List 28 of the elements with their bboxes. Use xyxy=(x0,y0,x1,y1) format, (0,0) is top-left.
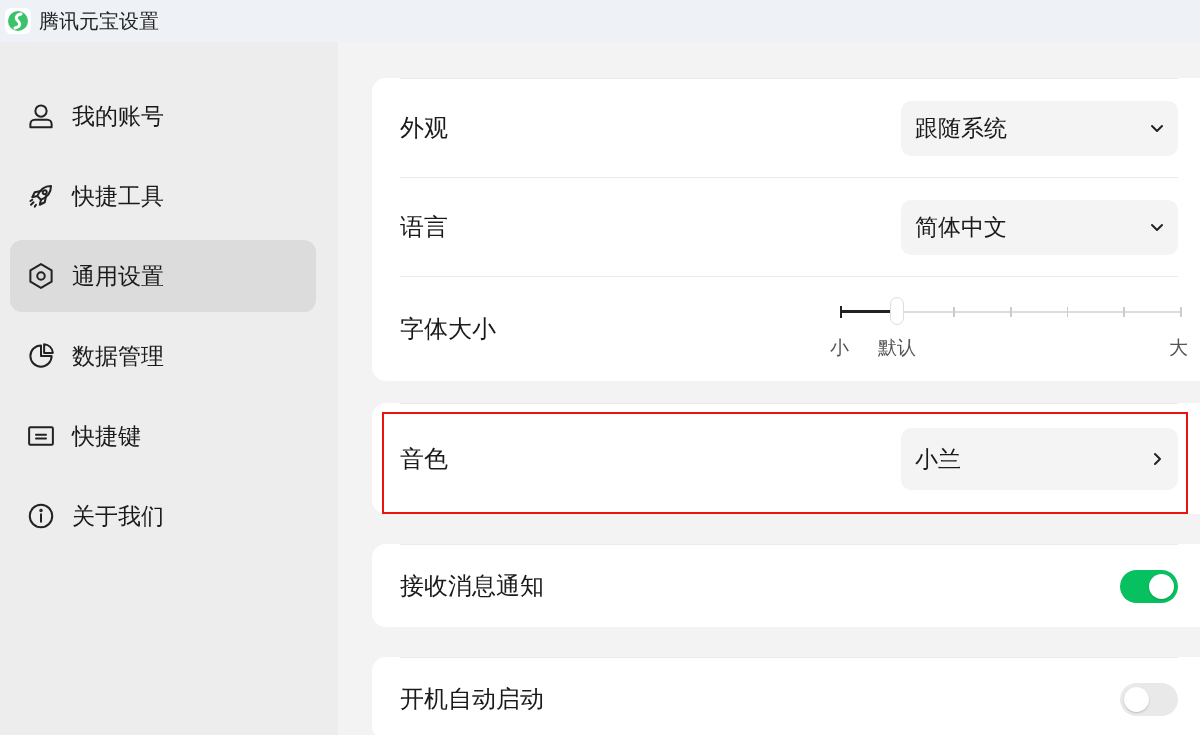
toggle-switch[interactable] xyxy=(1120,682,1178,716)
pie-chart-icon xyxy=(26,341,56,371)
setting-label: 音色 xyxy=(400,444,448,475)
slider-mark-label: 大 xyxy=(1169,335,1188,360)
window-title: 腾讯元宝设置 xyxy=(39,7,159,35)
setting-label: 接收消息通知 xyxy=(400,571,544,602)
app-logo-icon xyxy=(5,8,31,34)
setting-label: 开机自动启动 xyxy=(400,684,544,715)
dropdown[interactable]: 简体中文 xyxy=(901,199,1178,255)
sidebar-item[interactable]: 快捷工具 xyxy=(10,160,316,232)
sidebar-item[interactable]: 关于我们 xyxy=(10,480,316,552)
select-button[interactable]: 小兰 xyxy=(901,428,1178,490)
sidebar-item[interactable]: 快捷键 xyxy=(10,400,316,472)
slider-mark-label: 默认 xyxy=(877,335,916,360)
dropdown[interactable]: 跟随系统 xyxy=(901,100,1178,156)
setting-label: 外观 xyxy=(400,113,448,144)
sidebar-item[interactable]: 数据管理 xyxy=(10,320,316,392)
setting-label: 字体大小 xyxy=(400,314,496,345)
info-icon xyxy=(26,501,56,531)
sidebar-item[interactable]: 通用设置 xyxy=(10,240,316,312)
sidebar-item[interactable]: 我的账号 xyxy=(10,80,316,152)
slider-mark-label: 小 xyxy=(830,335,849,360)
user-icon xyxy=(26,101,56,131)
font-size-slider[interactable]: 小 默认 大 xyxy=(828,299,1192,359)
toggle-switch[interactable] xyxy=(1120,569,1178,603)
setting-label: 语言 xyxy=(400,212,448,243)
hexagon-gear-icon xyxy=(26,261,56,291)
slider-thumb[interactable] xyxy=(889,297,904,325)
